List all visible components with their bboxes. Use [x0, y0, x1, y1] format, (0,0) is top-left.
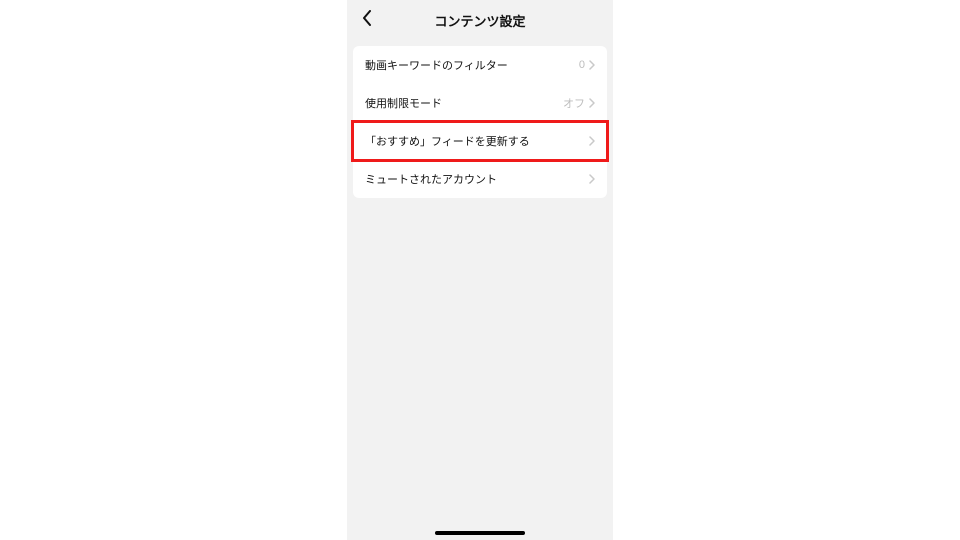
settings-list: 動画キーワードのフィルター 0 使用制限モード オフ 「おすすめ」フィードを更新… [353, 46, 607, 198]
row-video-keyword-filter[interactable]: 動画キーワードのフィルター 0 [353, 46, 607, 84]
row-restricted-mode[interactable]: 使用制限モード オフ [353, 84, 607, 122]
chevron-right-icon [589, 136, 595, 146]
phone-screen: コンテンツ設定 動画キーワードのフィルター 0 使用制限モード オフ 「おすすめ… [347, 0, 613, 540]
row-right [585, 174, 595, 184]
home-indicator[interactable] [435, 531, 525, 535]
header-bar: コンテンツ設定 [347, 0, 613, 40]
row-label: 使用制限モード [365, 95, 442, 111]
row-right: 0 [579, 59, 595, 71]
row-value: オフ [563, 95, 585, 111]
row-label: ミュートされたアカウント [365, 171, 497, 187]
chevron-right-icon [589, 174, 595, 184]
row-label: 「おすすめ」フィードを更新する [365, 133, 530, 149]
chevron-left-icon [362, 10, 372, 31]
row-label: 動画キーワードのフィルター [365, 57, 508, 73]
row-refresh-recommended-feed[interactable]: 「おすすめ」フィードを更新する [353, 122, 607, 160]
chevron-right-icon [589, 98, 595, 108]
back-button[interactable] [357, 10, 377, 30]
row-muted-accounts[interactable]: ミュートされたアカウント [353, 160, 607, 198]
chevron-right-icon [589, 60, 595, 70]
row-right [585, 136, 595, 146]
row-right: オフ [563, 95, 595, 111]
page-title: コンテンツ設定 [434, 11, 525, 30]
row-value: 0 [579, 59, 585, 71]
